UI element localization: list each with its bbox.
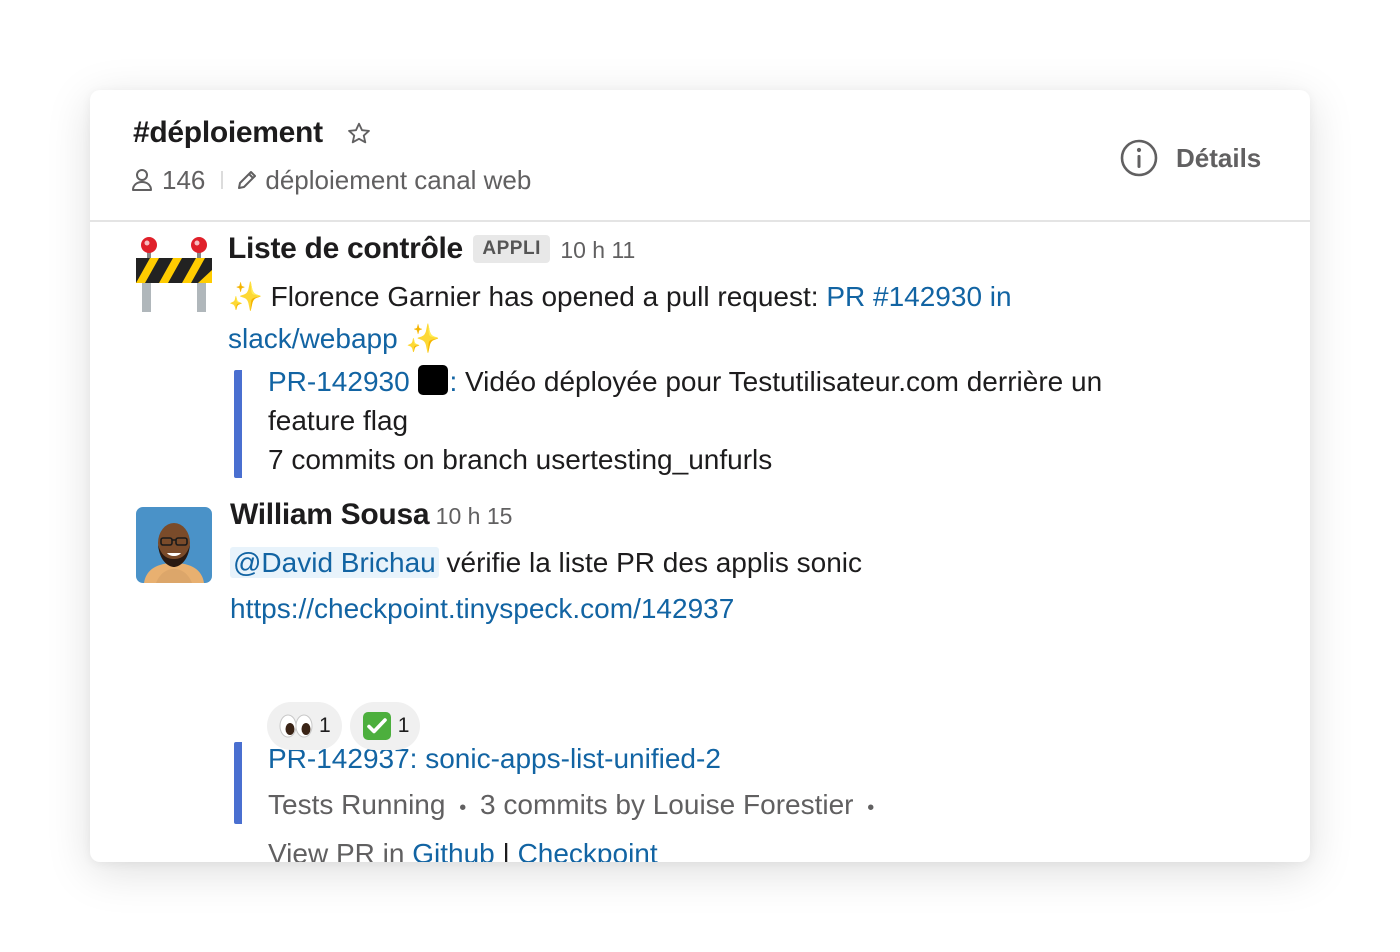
commit-count: 3 commits by [480, 789, 645, 820]
reaction-eyes[interactable]: 1 [267, 702, 342, 750]
sparkles-icon: ✨ [405, 323, 441, 354]
details-label: Détails [1176, 142, 1262, 173]
channel-meta: 146 déploiement canal web [131, 164, 531, 196]
channel-header: #déploiement 146 déploiement canal web D… [90, 90, 1310, 222]
bullet-separator: • [867, 797, 875, 819]
user-avatar[interactable] [136, 507, 212, 583]
message-header: William Sousa 10 h 15 [230, 498, 512, 532]
checkpoint-url-link[interactable]: https://checkpoint.tinyspeck.com/142937 [230, 593, 734, 624]
member-count[interactable]: 146 [162, 165, 205, 196]
pr-attachment: PR-142930 : Vidéo déployée pour Testutil… [234, 365, 1168, 478]
attachment-pr-link[interactable]: PR-142930 [268, 366, 410, 397]
reaction-count: 1 [397, 714, 410, 737]
message-time[interactable]: 10 h 11 [560, 237, 635, 263]
black-square-icon [418, 365, 449, 395]
message-body: @David Brichau vérifie la liste PR des a… [230, 542, 1130, 584]
sparkles-icon: ✨ [228, 281, 263, 312]
message-header: Liste de contrôle APPLI 10 h 11 [228, 232, 635, 266]
commit-author[interactable]: Louise Forestier [653, 789, 854, 820]
github-link[interactable]: Github [412, 838, 495, 862]
bullet-separator: • [459, 797, 467, 819]
reactions-bar: 1 1 [267, 702, 428, 750]
details-button[interactable]: Détails [1120, 138, 1261, 178]
message-url: https://checkpoint.tinyspeck.com/142937 [230, 588, 734, 630]
attachment-subtitle: 7 commits on branch usertesting_unfurls [268, 444, 773, 475]
pr-attachment: PR-142937: sonic-apps-list-unified-2 Tes… [234, 742, 1168, 862]
check-mark-icon [362, 712, 391, 740]
app-badge: APPLI [473, 235, 550, 263]
attachment-status-line: Tests Running • 3 commits by Louise Fore… [268, 782, 1168, 831]
star-icon[interactable] [346, 121, 372, 147]
construction-barrier-avatar[interactable] [136, 236, 212, 312]
meta-divider [221, 171, 224, 189]
member-icon [132, 169, 152, 191]
pencil-icon [238, 171, 257, 189]
message-time[interactable]: 10 h 15 [436, 503, 513, 529]
channel-topic[interactable]: déploiement canal web [265, 165, 531, 196]
reaction-check[interactable]: 1 [349, 702, 421, 750]
info-icon [1120, 139, 1158, 177]
message-body: ✨ Florence Garnier has opened a pull req… [228, 281, 1012, 354]
channel-name[interactable]: #déploiement [133, 116, 323, 150]
reaction-count: 1 [319, 714, 331, 737]
author-name[interactable]: Liste de contrôle [228, 232, 463, 265]
checkpoint-link[interactable]: Checkpoint [518, 838, 658, 862]
test-status: Tests Running [268, 789, 446, 820]
eyes-icon [279, 714, 313, 738]
channel-panel: #déploiement 146 déploiement canal web D… [90, 90, 1310, 862]
user-mention[interactable]: @David Brichau [230, 547, 439, 578]
author-name[interactable]: William Sousa [230, 498, 430, 531]
attachment-links-line: View PR in Github | Checkpoint [268, 831, 1168, 862]
